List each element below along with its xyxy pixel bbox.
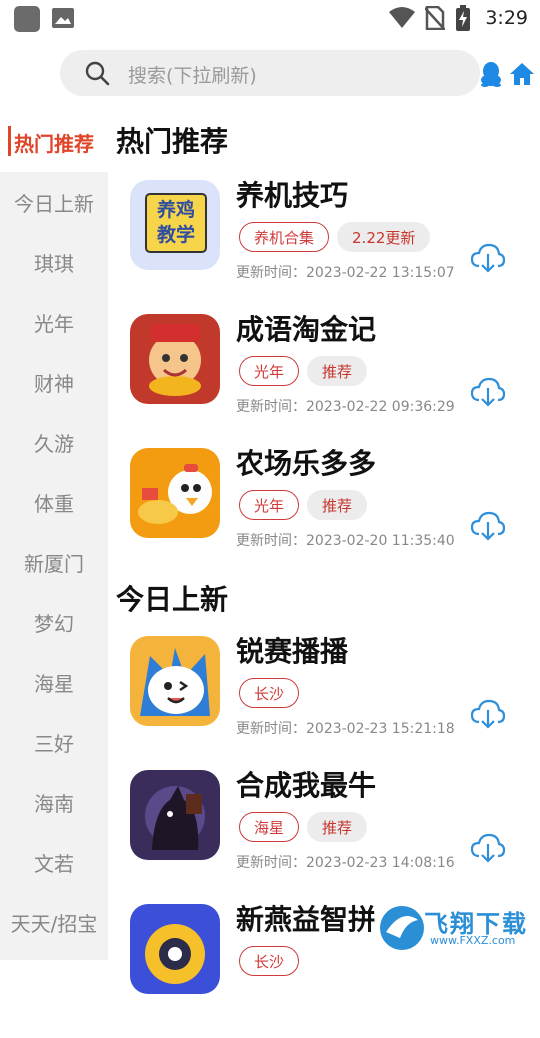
update-time: 更新时间：2023-02-23 14:08:16 <box>236 855 455 871</box>
sidebar-item[interactable]: 梦幻 <box>0 592 108 652</box>
app-name[interactable]: 成语淘金记 <box>236 308 376 348</box>
clock: 3:29 <box>485 7 528 29</box>
app-icon-text: 养鸡 教学 <box>156 199 195 246</box>
battery-charging-icon <box>456 5 471 31</box>
category-sidebar: 热门推荐 今日上新 琪琪 光年 财神 久游 体重 新厦门 梦幻 海星 三好 海南 文若 天天/招宝 <box>0 112 108 960</box>
update-time: 更新时间：2023-02-22 13:15:07 <box>236 265 455 281</box>
app-icon[interactable] <box>130 636 220 726</box>
app-tag: 推荐 <box>307 356 368 386</box>
cloud-download-icon[interactable] <box>470 376 506 408</box>
section-title: 今日上新 <box>116 583 229 616</box>
app-name[interactable]: 养机技巧 <box>236 174 348 214</box>
sidebar-item[interactable]: 琪琪 <box>0 232 108 292</box>
watermark-url: www.FXXZ.com <box>430 934 516 947</box>
tag-list: 养机合集 2.22更新 <box>239 222 431 252</box>
app-card[interactable]: 养鸡 教学 养机技巧 养机合集 2.22更新 更新时间：2023-02-22 13:15… <box>108 179 540 314</box>
app-card[interactable]: 农场乐多多 光年 推荐 更新时间：2023-02-20 11:35:40 <box>108 447 540 582</box>
app-tag: 养机合集 <box>239 222 330 252</box>
cloud-download-icon[interactable] <box>470 698 506 730</box>
app-icon[interactable] <box>130 904 220 994</box>
sidebar-item[interactable]: 热门推荐 <box>0 112 108 172</box>
sidebar-item[interactable]: 海南 <box>0 772 108 832</box>
app-icon[interactable] <box>130 770 220 860</box>
app-tag: 光年 <box>239 356 300 386</box>
app-card[interactable]: 成语淘金记 光年 推荐 更新时间：2023-02-22 09:36:29 <box>108 313 540 448</box>
sidebar-item[interactable]: 天天/招宝 <box>0 892 108 952</box>
app-square-icon <box>14 6 40 32</box>
tag-list: 长沙 <box>239 946 300 976</box>
no-sim-icon <box>425 6 446 30</box>
sidebar-item[interactable]: 海星 <box>0 652 108 712</box>
app-name[interactable]: 锐赛播播 <box>236 630 348 670</box>
app-icon[interactable] <box>130 448 220 538</box>
tag-list: 长沙 <box>239 678 300 708</box>
app-name[interactable]: 农场乐多多 <box>236 442 376 482</box>
app-tag: 光年 <box>239 490 300 520</box>
update-time: 更新时间：2023-02-22 09:36:29 <box>236 399 455 415</box>
status-bar: 3:29 <box>0 0 540 36</box>
tag-list: 光年 推荐 <box>239 490 368 520</box>
search-input[interactable]: 搜索(下拉刷新) <box>60 50 480 96</box>
active-indicator <box>8 126 11 156</box>
gallery-icon <box>52 8 74 28</box>
sidebar-item[interactable]: 今日上新 <box>0 172 108 232</box>
home-icon[interactable] <box>509 61 535 87</box>
sidebar-item[interactable]: 文若 <box>0 832 108 892</box>
tag-list: 海星 推荐 <box>239 812 368 842</box>
sidebar-item[interactable]: 财神 <box>0 352 108 412</box>
app-tag: 推荐 <box>307 812 368 842</box>
app-tag: 海星 <box>239 812 300 842</box>
sidebar-item[interactable]: 新厦门 <box>0 532 108 592</box>
app-card[interactable]: 合成我最牛 海星 推荐 更新时间：2023-02-23 14:08:16 <box>108 769 540 904</box>
sidebar-item[interactable]: 久游 <box>0 412 108 472</box>
app-tag: 长沙 <box>239 678 300 708</box>
app-tag: 推荐 <box>307 490 368 520</box>
wifi-icon <box>389 7 416 28</box>
app-tag: 长沙 <box>239 946 300 976</box>
tag-list: 光年 推荐 <box>239 356 368 386</box>
sidebar-item[interactable]: 体重 <box>0 472 108 532</box>
app-tag: 2.22更新 <box>337 222 431 252</box>
update-time: 更新时间：2023-02-23 15:21:18 <box>236 721 455 737</box>
app-name[interactable]: 合成我最牛 <box>236 764 376 804</box>
cloud-download-icon[interactable] <box>470 510 506 542</box>
section-title: 热门推荐 <box>116 125 229 158</box>
search-placeholder: 搜索(下拉刷新) <box>128 65 257 87</box>
qq-icon[interactable] <box>480 61 502 87</box>
cloud-download-icon[interactable] <box>470 242 506 274</box>
cloud-download-icon[interactable] <box>470 832 506 864</box>
app-name[interactable]: 新燕益智拼 <box>236 898 376 938</box>
app-icon[interactable]: 养鸡 教学 <box>130 180 220 270</box>
app-card[interactable]: 锐赛播播 长沙 更新时间：2023-02-23 15:21:18 <box>108 635 540 770</box>
app-icon[interactable] <box>130 314 220 404</box>
search-icon <box>85 61 110 86</box>
sidebar-item[interactable]: 三好 <box>0 712 108 772</box>
sidebar-item[interactable]: 光年 <box>0 292 108 352</box>
update-time: 更新时间：2023-02-20 11:35:40 <box>236 533 455 549</box>
